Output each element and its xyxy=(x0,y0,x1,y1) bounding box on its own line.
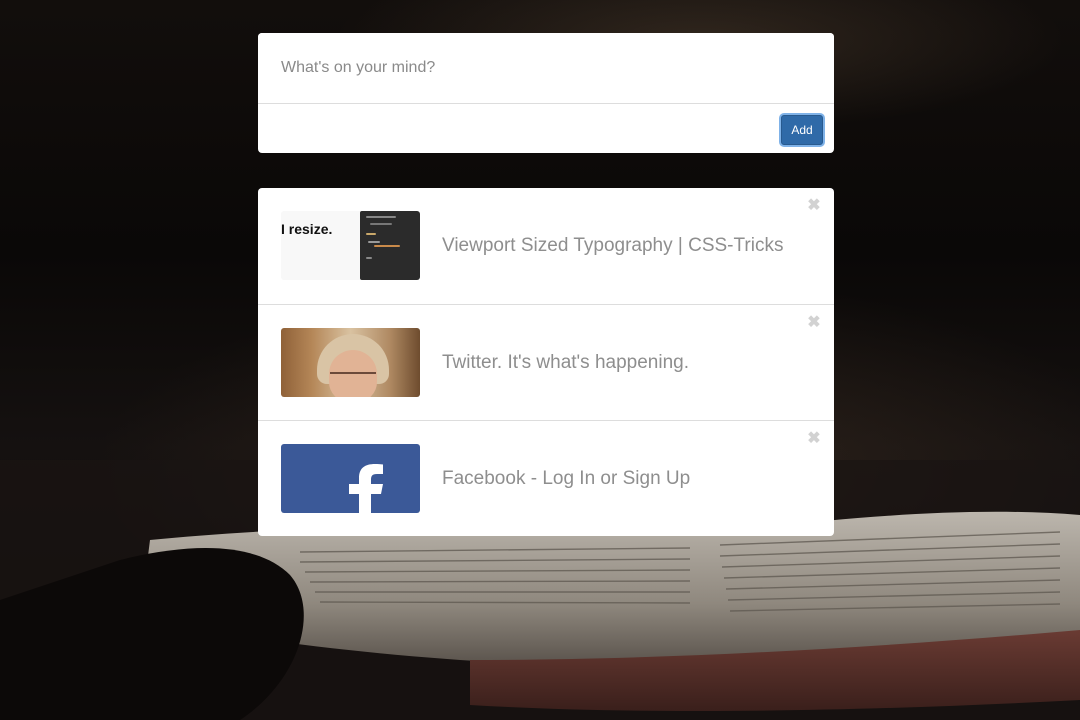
link-title[interactable]: Twitter. It's what's happening. xyxy=(442,305,689,421)
link-list: I resize. Viewport Sized Typography | CS… xyxy=(258,188,834,536)
list-item[interactable]: I resize. Viewport Sized Typography | CS… xyxy=(258,188,834,304)
close-icon[interactable]: ✖ xyxy=(806,431,822,447)
portrait-thumbnail xyxy=(281,328,420,397)
facebook-logo-thumbnail xyxy=(281,444,420,513)
code-editor-image xyxy=(360,211,420,280)
link-title[interactable]: Facebook - Log In or Sign Up xyxy=(442,421,690,536)
list-item[interactable]: Facebook - Log In or Sign Up ✖ xyxy=(258,420,834,536)
css-tricks-thumbnail: I resize. xyxy=(281,211,420,280)
portrait-glasses xyxy=(330,372,376,383)
close-icon[interactable]: ✖ xyxy=(806,315,822,331)
link-title[interactable]: Viewport Sized Typography | CSS-Tricks xyxy=(442,188,783,304)
composer-footer: Add xyxy=(258,103,834,153)
facebook-f-icon xyxy=(349,464,383,513)
composer-card: Add xyxy=(258,33,834,153)
add-button[interactable]: Add xyxy=(781,115,823,145)
thumbnail-caption: I resize. xyxy=(281,221,333,237)
post-input[interactable] xyxy=(258,33,834,103)
list-item[interactable]: Twitter. It's what's happening. ✖ xyxy=(258,304,834,420)
close-icon[interactable]: ✖ xyxy=(806,198,822,214)
